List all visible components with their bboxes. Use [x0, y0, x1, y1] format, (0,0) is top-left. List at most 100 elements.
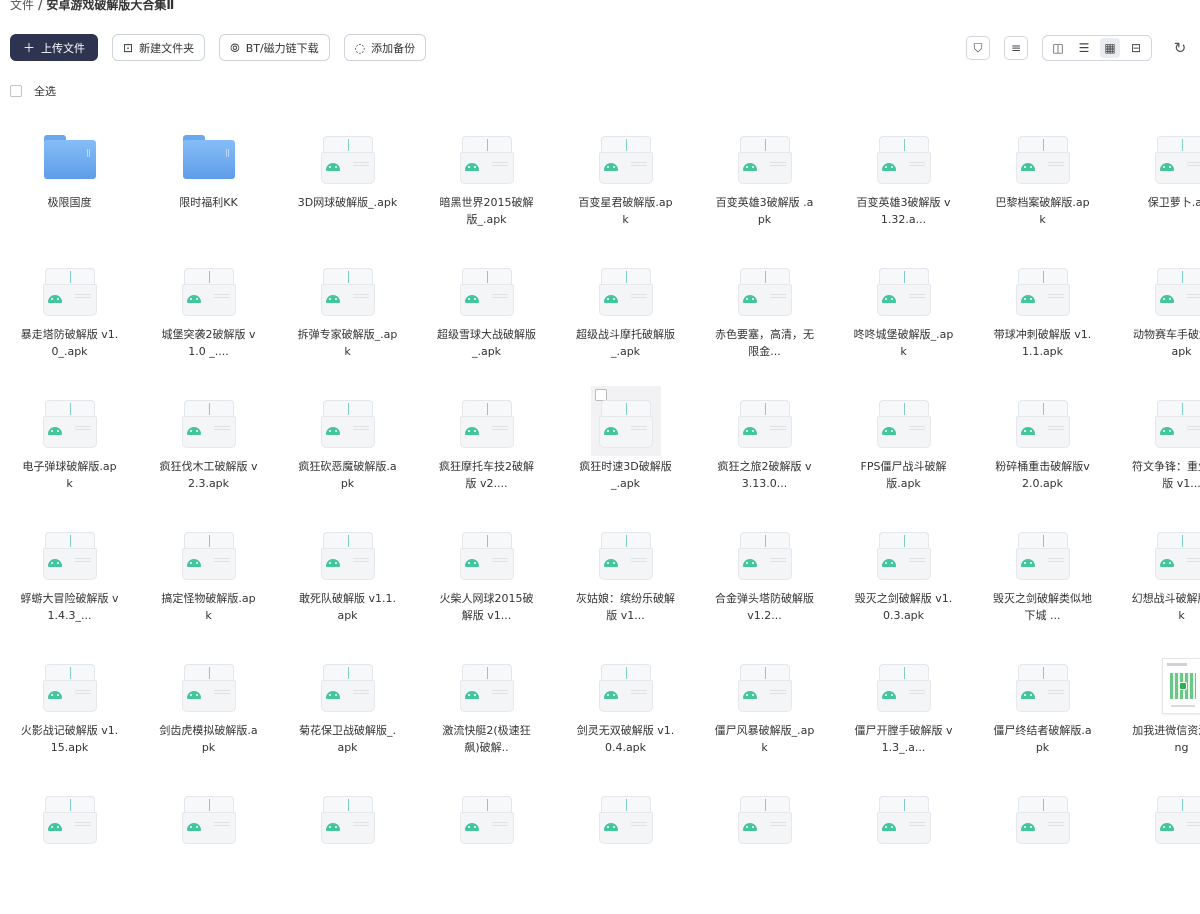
file-thumbnail	[174, 122, 244, 192]
file-item[interactable]	[278, 782, 417, 914]
add-backup-button[interactable]: ◌ 添加备份	[344, 34, 426, 61]
apk-file-icon	[182, 268, 236, 316]
file-item[interactable]: 咚咚城堡破解版_.apk	[834, 254, 973, 386]
file-item[interactable]: 灰姑娘：缤纷乐破解版 v1...	[556, 518, 695, 650]
apk-file-icon	[460, 532, 514, 580]
file-item[interactable]: 毁灭之剑破解版 v1.0.3.apk	[834, 518, 973, 650]
apk-file-icon	[1155, 136, 1200, 184]
file-item[interactable]: 符文争锋：重生破解版 v1...	[1112, 386, 1200, 518]
file-item[interactable]: 限时福利KK	[139, 122, 278, 254]
file-item[interactable]	[973, 782, 1112, 914]
file-name: 动物赛车手破解版_.apk	[1132, 326, 1200, 360]
file-thumbnail	[452, 650, 522, 720]
file-item[interactable]: 拆弹专家破解版_.apk	[278, 254, 417, 386]
file-item[interactable]: 合金弹头塔防破解版 v1.2...	[695, 518, 834, 650]
file-name: 限时福利KK	[159, 194, 259, 211]
file-item[interactable]: 蜉蝣大冒险破解版 v1.4.3_...	[0, 518, 139, 650]
file-item[interactable]: 激流快艇2(极速狂飙)破解..	[417, 650, 556, 782]
file-item[interactable]: 剑齿虎模拟破解版.apk	[139, 650, 278, 782]
upload-button[interactable]: ＋ 上传文件	[10, 34, 98, 61]
file-item[interactable]: 搞定怪物破解版.apk	[139, 518, 278, 650]
file-item[interactable]: 僵尸风暴破解版_.apk	[695, 650, 834, 782]
file-item[interactable]: 幻想战斗破解版_.apk	[1112, 518, 1200, 650]
file-thumbnail	[591, 386, 661, 456]
file-item[interactable]: 带球冲刺破解版 v1.1.1.apk	[973, 254, 1112, 386]
file-item[interactable]: 菊花保卫战破解版_.apk	[278, 650, 417, 782]
file-item[interactable]: 僵尸开膛手破解版 v1.3_.a...	[834, 650, 973, 782]
apk-file-icon	[460, 136, 514, 184]
file-thumbnail	[1147, 782, 1200, 852]
select-all-checkbox[interactable]	[10, 85, 22, 97]
select-all[interactable]: 全选	[10, 83, 56, 99]
apk-file-icon	[738, 532, 792, 580]
file-item[interactable]: 毁灭之剑破解类似地下城 ...	[973, 518, 1112, 650]
file-name: 僵尸终结者破解版.apk	[993, 722, 1093, 756]
file-item[interactable]	[417, 782, 556, 914]
file-name: 电子弹球破解版.apk	[20, 458, 120, 492]
apk-file-icon	[321, 664, 375, 712]
file-item[interactable]: 电子弹球破解版.apk	[0, 386, 139, 518]
file-item[interactable]: 超级战斗摩托破解版_.apk	[556, 254, 695, 386]
file-item[interactable]: 百变星君破解版.apk	[556, 122, 695, 254]
file-item[interactable]: 疯狂时速3D破解版_.apk	[556, 386, 695, 518]
file-item[interactable]	[139, 782, 278, 914]
file-thumbnail	[869, 254, 939, 324]
file-thumbnail	[730, 650, 800, 720]
grid-view-icon[interactable]: ▦	[1100, 38, 1120, 58]
file-item[interactable]: 动物赛车手破解版_.apk	[1112, 254, 1200, 386]
file-name: 搞定怪物破解版.apk	[159, 590, 259, 624]
file-item[interactable]	[695, 782, 834, 914]
file-item[interactable]	[834, 782, 973, 914]
file-item[interactable]: 保卫萝卜.apk	[1112, 122, 1200, 254]
column-view-icon[interactable]: ◫	[1048, 38, 1068, 58]
file-item[interactable]: 百变英雄3破解版 v1.32.a...	[834, 122, 973, 254]
file-item[interactable]: 超级雪球大战破解版_.apk	[417, 254, 556, 386]
list-view-icon[interactable]: ☰	[1074, 38, 1094, 58]
apk-file-icon	[182, 400, 236, 448]
filter-icon[interactable]: ⛉	[966, 36, 990, 60]
file-item[interactable]: 巴黎档案破解版.apk	[973, 122, 1112, 254]
file-name: 火影战记破解版 v1.15.apk	[20, 722, 120, 756]
file-item[interactable]	[556, 782, 695, 914]
file-name: 带球冲刺破解版 v1.1.1.apk	[993, 326, 1093, 360]
file-item[interactable]: 加我进微信资源群.png	[1112, 650, 1200, 782]
file-item[interactable]: 3D网球破解版_.apk	[278, 122, 417, 254]
new-folder-button[interactable]: ⊡ 新建文件夹	[112, 34, 205, 61]
file-thumbnail	[1008, 122, 1078, 192]
file-item[interactable]: 粉碎桶重击破解版v2.0.apk	[973, 386, 1112, 518]
file-item[interactable]: 剑灵无双破解版 v1.0.4.apk	[556, 650, 695, 782]
file-name: 3D网球破解版_.apk	[298, 194, 398, 211]
file-thumbnail	[174, 650, 244, 720]
file-name: 符文争锋：重生破解版 v1...	[1132, 458, 1200, 492]
file-item[interactable]: 极限国度	[0, 122, 139, 254]
file-item[interactable]: 火影战记破解版 v1.15.apk	[0, 650, 139, 782]
refresh-icon[interactable]: ↻	[1170, 38, 1190, 58]
file-item[interactable]	[1112, 782, 1200, 914]
file-item[interactable]: 敢死队破解版 v1.1.apk	[278, 518, 417, 650]
sort-icon[interactable]: ≡	[1004, 36, 1028, 60]
file-item[interactable]: 疯狂砍恶魔破解版.apk	[278, 386, 417, 518]
file-name: 火柴人网球2015破解版 v1...	[437, 590, 537, 624]
file-item[interactable]: 赤色要塞，高清，无限金...	[695, 254, 834, 386]
file-item[interactable]: 城堡突袭2破解版 v1.0 _....	[139, 254, 278, 386]
apk-file-icon	[1016, 268, 1070, 316]
file-name: 合金弹头塔防破解版 v1.2...	[715, 590, 815, 624]
file-item[interactable]: 僵尸终结者破解版.apk	[973, 650, 1112, 782]
file-item[interactable]: 百变英雄3破解版 .apk	[695, 122, 834, 254]
file-item[interactable]: 疯狂摩托车技2破解版 v2....	[417, 386, 556, 518]
bt-download-button[interactable]: ⦾ BT/磁力链下载	[219, 34, 330, 61]
file-item[interactable]: 暗黑世界2015破解版_.apk	[417, 122, 556, 254]
file-item[interactable]: 火柴人网球2015破解版 v1...	[417, 518, 556, 650]
file-thumbnail	[313, 650, 383, 720]
file-name: 保卫萝卜.apk	[1132, 194, 1200, 211]
compact-view-icon[interactable]: ⊟	[1126, 38, 1146, 58]
file-item[interactable]: 疯狂之旅2破解版 v3.13.0...	[695, 386, 834, 518]
file-item[interactable]: 疯狂伐木工破解版 v2.3.apk	[139, 386, 278, 518]
file-name: 毁灭之剑破解版 v1.0.3.apk	[854, 590, 954, 624]
breadcrumb-root[interactable]: 文件	[10, 0, 34, 12]
file-item[interactable]: 暴走塔防破解版 v1.0_.apk	[0, 254, 139, 386]
folder-icon	[44, 135, 96, 179]
file-item[interactable]: FPS僵尸战斗破解版.apk	[834, 386, 973, 518]
file-item[interactable]	[0, 782, 139, 914]
file-thumbnail	[313, 122, 383, 192]
